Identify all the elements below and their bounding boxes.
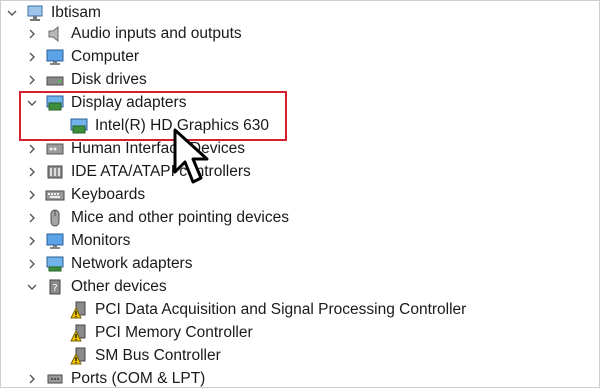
chevron-right-icon[interactable] bbox=[24, 229, 40, 252]
chevron-right-icon[interactable] bbox=[24, 160, 40, 183]
keyboard-icon bbox=[44, 185, 66, 205]
tree-item-network-adapters[interactable]: Network adapters bbox=[24, 252, 192, 275]
chevron-right-icon[interactable] bbox=[24, 45, 40, 68]
port-icon bbox=[44, 369, 66, 389]
tree-subitem-label: PCI Data Acquisition and Signal Processi… bbox=[95, 301, 467, 318]
tree-item-label: Disk drives bbox=[71, 71, 147, 88]
chevron-down-icon[interactable] bbox=[24, 275, 40, 298]
tree-item-label: Other devices bbox=[71, 278, 167, 295]
tree-item-label: Computer bbox=[71, 48, 140, 65]
chevron-right-icon[interactable] bbox=[24, 367, 40, 390]
tree-subitem-label: SM Bus Controller bbox=[95, 347, 221, 364]
ide-controller-icon bbox=[44, 162, 66, 182]
chevron-right-icon[interactable] bbox=[24, 183, 40, 206]
svg-text:?: ? bbox=[52, 283, 57, 294]
chevron-right-icon[interactable] bbox=[24, 206, 40, 229]
chevron-right-icon[interactable] bbox=[24, 252, 40, 275]
tree-item-mice[interactable]: Mice and other pointing devices bbox=[24, 206, 289, 229]
disk-drive-icon bbox=[44, 70, 66, 90]
chevron-down-icon[interactable] bbox=[4, 1, 20, 24]
tree-item-label: Audio inputs and outputs bbox=[71, 25, 242, 42]
tree-subitem-pci-data-acquisition[interactable]: PCI Data Acquisition and Signal Processi… bbox=[68, 298, 466, 321]
tree-item-ports[interactable]: Ports (COM & LPT) bbox=[24, 367, 205, 390]
tree-subitem-label: PCI Memory Controller bbox=[95, 324, 253, 341]
tree-item-label: IDE ATA/ATAPI controllers bbox=[71, 163, 251, 180]
tree-item-monitors[interactable]: Monitors bbox=[24, 229, 130, 252]
chevron-right-icon[interactable] bbox=[24, 22, 40, 45]
speaker-icon bbox=[44, 24, 66, 44]
tree-item-label: Ports (COM & LPT) bbox=[71, 370, 206, 387]
tree-subitem-sm-bus-controller[interactable]: SM Bus Controller bbox=[68, 344, 221, 367]
root-label: Ibtisam bbox=[51, 4, 101, 21]
tree-item-disk-drives[interactable]: Disk drives bbox=[24, 68, 147, 91]
tree-item-label: Monitors bbox=[71, 232, 131, 249]
tree-root[interactable]: Ibtisam bbox=[4, 1, 101, 24]
mouse-icon bbox=[44, 208, 66, 228]
monitor-icon bbox=[44, 47, 66, 67]
tree-item-label: Keyboards bbox=[71, 186, 146, 203]
tree-subitem-pci-memory-controller[interactable]: PCI Memory Controller bbox=[68, 321, 253, 344]
tree-item-audio[interactable]: Audio inputs and outputs bbox=[24, 22, 242, 45]
device-tree: Ibtisam Audio inputs and outputs Compute… bbox=[0, 0, 600, 388]
computer-icon bbox=[24, 3, 46, 23]
tree-item-other-devices[interactable]: ? Other devices bbox=[24, 275, 167, 298]
warning-device-icon bbox=[68, 300, 90, 320]
tree-item-label: Mice and other pointing devices bbox=[71, 209, 289, 226]
tree-item-label: Network adapters bbox=[71, 255, 193, 272]
network-adapter-icon bbox=[44, 254, 66, 274]
mouse-cursor-icon bbox=[173, 128, 209, 184]
other-devices-icon: ? bbox=[44, 277, 66, 297]
warning-device-icon bbox=[68, 346, 90, 366]
tree-item-computer[interactable]: Computer bbox=[24, 45, 139, 68]
warning-device-icon bbox=[68, 323, 90, 343]
highlight-box bbox=[19, 91, 287, 141]
monitor-icon bbox=[44, 231, 66, 251]
tree-item-keyboards[interactable]: Keyboards bbox=[24, 183, 145, 206]
hid-icon bbox=[44, 139, 66, 159]
chevron-right-icon[interactable] bbox=[24, 68, 40, 91]
